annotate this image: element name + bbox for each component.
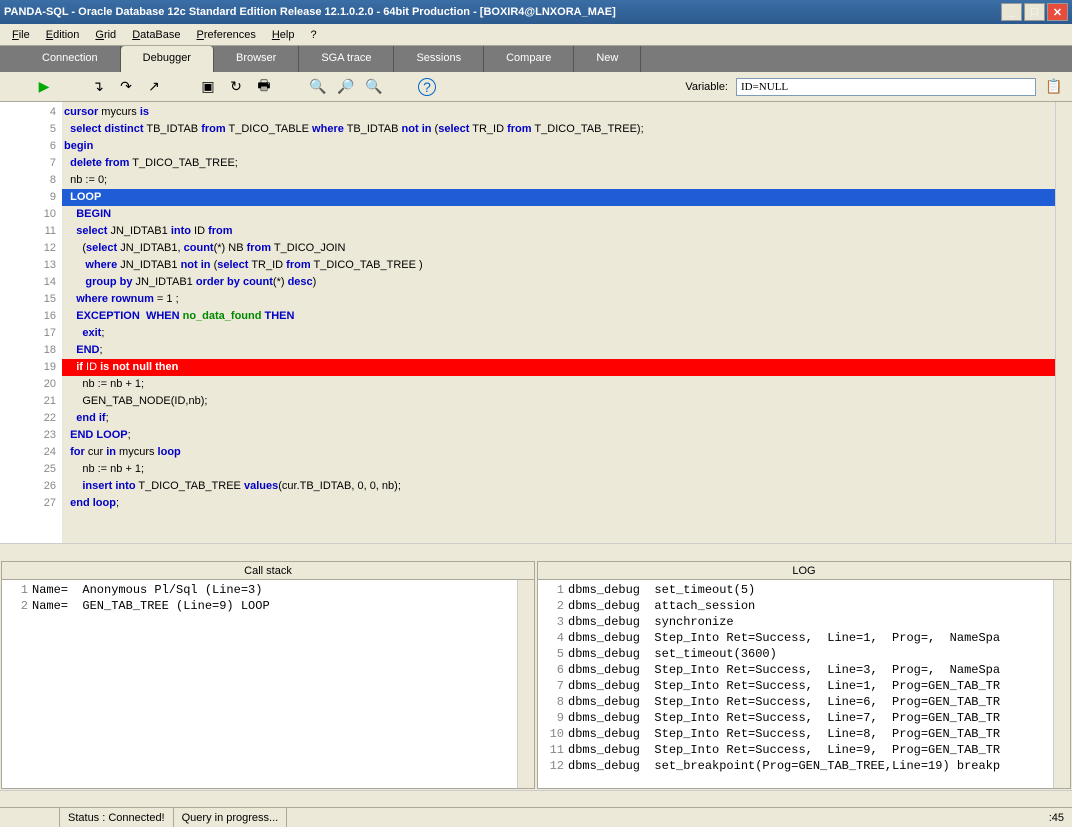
help-button[interactable]: ? [418, 78, 436, 96]
menu-edition[interactable]: Edition [38, 27, 88, 43]
callstack-title: Call stack [2, 562, 534, 580]
step-out-button[interactable]: ↗ [144, 77, 164, 97]
minimize-button[interactable]: _ [1001, 3, 1022, 21]
menu-grid[interactable]: Grid [87, 27, 124, 43]
titlebar: PANDA-SQL - Oracle Database 12c Standard… [0, 0, 1072, 24]
status-time: :45 [1041, 812, 1072, 824]
tab-new[interactable]: New [574, 46, 641, 72]
find-next-button[interactable]: 🔎 [336, 77, 356, 97]
tab-sgatrace[interactable]: SGA trace [299, 46, 394, 72]
close-button[interactable]: ✕ [1047, 3, 1068, 21]
code-editor[interactable]: 456789➔101112131415161718192021222324252… [0, 102, 1072, 543]
editor-hscroll[interactable] [0, 543, 1072, 560]
step-into-button[interactable]: ↴ [88, 77, 108, 97]
log-content[interactable]: dbms_debug set_timeout(5)dbms_debug atta… [568, 580, 1053, 788]
tab-debugger[interactable]: Debugger [121, 46, 214, 72]
tabbar: Connection Debugger Browser SGA trace Se… [0, 46, 1072, 72]
status-connected: Status : Connected! [60, 808, 174, 827]
log-vscroll[interactable] [1053, 580, 1070, 788]
menubar: File Edition Grid DataBase Preferences H… [0, 24, 1072, 46]
maximize-button[interactable]: □ [1024, 3, 1045, 21]
tab-connection[interactable]: Connection [20, 46, 121, 72]
variable-label: Variable: [685, 81, 728, 93]
menu-help[interactable]: Help [264, 27, 303, 43]
refresh-button[interactable]: ↻ [226, 77, 246, 97]
tab-sessions[interactable]: Sessions [394, 46, 484, 72]
status-query: Query in progress... [174, 808, 288, 827]
window-title: PANDA-SQL - Oracle Database 12c Standard… [4, 6, 1001, 18]
tab-compare[interactable]: Compare [484, 46, 574, 72]
callstack-content[interactable]: Name= Anonymous Pl/Sql (Line=3)Name= GEN… [32, 580, 517, 788]
menu-question[interactable]: ? [302, 27, 324, 43]
variable-action-button[interactable]: 📋 [1044, 77, 1064, 97]
editor-vscroll[interactable] [1055, 102, 1072, 543]
step-over-button[interactable]: ↷ [116, 77, 136, 97]
run-button[interactable]: ▶ [34, 77, 54, 97]
callstack-vscroll[interactable] [517, 580, 534, 788]
log-title: LOG [538, 562, 1070, 580]
menu-database[interactable]: DataBase [124, 27, 188, 43]
toolbar: ▶ ↴ ↷ ↗ ▣ ↻ 🖶 🔍 🔎 🔍 ? Variable: 📋 [0, 72, 1072, 102]
menu-file[interactable]: File [4, 27, 38, 43]
statusbar: Status : Connected! Query in progress...… [0, 807, 1072, 827]
callstack-panel: Call stack 12 Name= Anonymous Pl/Sql (Li… [1, 561, 535, 789]
tab-browser[interactable]: Browser [214, 46, 299, 72]
menu-preferences[interactable]: Preferences [189, 27, 264, 43]
variable-input[interactable] [736, 78, 1036, 96]
find-prev-button[interactable]: 🔍 [364, 77, 384, 97]
panels-hscroll[interactable] [0, 790, 1072, 807]
stop-button[interactable]: ▣ [198, 77, 218, 97]
find-button[interactable]: 🔍 [308, 77, 328, 97]
print-button[interactable]: 🖶 [254, 77, 274, 97]
log-panel: LOG 123456789101112 dbms_debug set_timeo… [537, 561, 1071, 789]
